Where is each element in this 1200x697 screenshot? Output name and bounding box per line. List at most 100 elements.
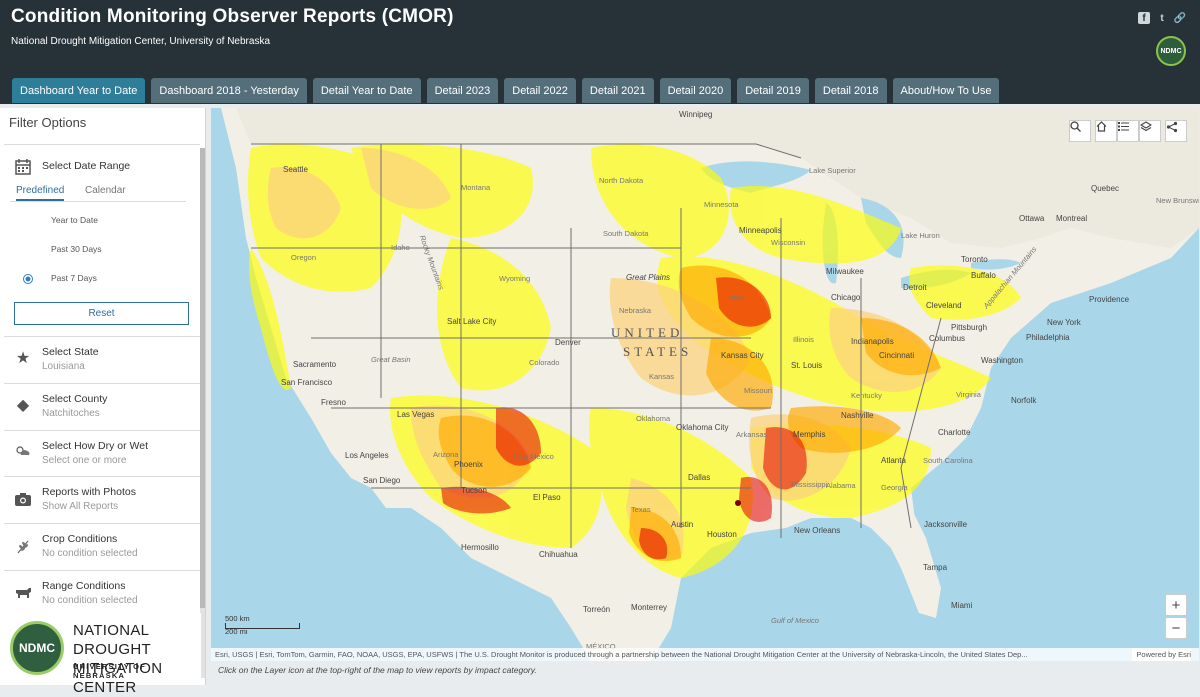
zoom-in-button[interactable]: + <box>1165 594 1187 616</box>
filter-panel: Filter Options Select Date Range Predefi… <box>0 108 206 696</box>
tab-detail-2018[interactable]: Detail 2018 <box>814 78 887 103</box>
tab-about[interactable]: About/How To Use <box>892 78 1000 103</box>
drought-map[interactable]: Winnipeg Seattle Montana North Dakota Mi… <box>211 108 1199 661</box>
label-tucson: Tucson <box>461 486 487 495</box>
zoom-out-button[interactable]: − <box>1165 617 1187 639</box>
report-point[interactable] <box>735 500 741 506</box>
label-el-paso: El Paso <box>533 493 561 502</box>
app-header: Condition Monitoring Observer Reports (C… <box>0 0 1200 104</box>
label-ottawa: Ottawa <box>1019 214 1045 223</box>
ndmc-logo: NDMC NATIONAL DROUGHT MITIGATION CENTER U… <box>5 613 201 696</box>
map-search-button[interactable] <box>1069 120 1091 142</box>
date-range-subtabs: Predefined Calendar <box>10 182 186 202</box>
map-layers-button[interactable] <box>1139 120 1161 142</box>
date-range-title: Select Date Range <box>42 160 131 172</box>
twitter-icon[interactable]: t <box>1156 12 1168 24</box>
label-salt-lake-city: Salt Lake City <box>447 317 497 326</box>
tab-detail-2019[interactable]: Detail 2019 <box>737 78 809 103</box>
label-las-vegas: Las Vegas <box>397 410 435 419</box>
facebook-icon[interactable]: f <box>1138 12 1150 24</box>
attribution-text: Esri, USGS | Esri, TomTom, Garmin, FAO, … <box>215 650 1028 659</box>
dry-wet-section[interactable]: Select How Dry or Wet Select one or more <box>4 430 200 476</box>
label-kentucky: Kentucky <box>851 391 882 400</box>
label-arkansas: Arkansas <box>736 430 768 439</box>
tab-detail-ytd[interactable]: Detail Year to Date <box>312 78 421 103</box>
select-state-section[interactable]: ★ Select State Louisiana <box>4 336 200 383</box>
tab-dashboard-ytd[interactable]: Dashboard Year to Date <box>12 78 146 103</box>
diamond-icon: ◆ <box>16 397 30 414</box>
label-new-mexico: New Mexico <box>513 452 554 461</box>
map-share-button[interactable] <box>1165 120 1187 142</box>
tab-detail-2023[interactable]: Detail 2023 <box>426 78 499 103</box>
label-mississippi: Mississippi <box>791 480 828 489</box>
label-montreal: Montreal <box>1056 214 1088 223</box>
label-san-francisco: San Francisco <box>281 378 333 387</box>
dry-wet-title: Select How Dry or Wet <box>42 440 148 452</box>
label-minnesota: Minnesota <box>704 200 739 209</box>
tab-detail-2020[interactable]: Detail 2020 <box>659 78 732 103</box>
radio-icon[interactable] <box>23 216 33 226</box>
link-icon[interactable]: 🔗 <box>1174 12 1186 24</box>
filter-panel-title: Filter Options <box>9 115 87 130</box>
star-icon: ★ <box>15 350 31 367</box>
option-past-30-days[interactable]: Past 30 Days <box>20 242 190 258</box>
calendar-icon <box>14 158 32 176</box>
reset-button[interactable]: Reset <box>14 302 189 325</box>
select-state-title: Select State <box>42 346 99 358</box>
label-austin: Austin <box>671 520 694 529</box>
powered-by-esri[interactable]: Powered by Esri <box>1132 648 1191 661</box>
label-hermosillo: Hermosillo <box>461 543 499 552</box>
label-new-orleans: New Orleans <box>794 526 841 535</box>
option-past-7-days[interactable]: Past 7 Days <box>20 271 190 287</box>
option-label: Year to Date <box>51 215 98 225</box>
label-atlanta: Atlanta <box>881 456 906 465</box>
map-legend-button[interactable] <box>1117 120 1139 142</box>
label-detroit: Detroit <box>903 283 927 292</box>
label-new-brunswick: New Brunswick <box>1156 196 1199 205</box>
label-oklahoma-city: Oklahoma City <box>676 423 729 432</box>
logo-line-1: NATIONAL DROUGHT <box>73 622 151 658</box>
select-state-value: Louisiana <box>42 361 85 372</box>
tab-detail-2021[interactable]: Detail 2021 <box>581 78 654 103</box>
radio-icon[interactable] <box>23 245 33 255</box>
label-cincinnati: Cincinnati <box>879 351 915 360</box>
label-south-dakota: South Dakota <box>603 229 649 238</box>
option-year-to-date[interactable]: Year to Date <box>20 213 190 229</box>
range-conditions-title: Range Conditions <box>42 580 126 592</box>
label-dallas: Dallas <box>688 473 711 482</box>
label-north-dakota: North Dakota <box>599 176 644 185</box>
range-conditions-section[interactable]: Range Conditions No condition selected <box>4 570 200 615</box>
subtab-predefined[interactable]: Predefined <box>16 185 65 201</box>
select-county-value: Natchitoches <box>42 408 100 419</box>
label-st-louis: St. Louis <box>791 361 823 370</box>
select-county-title: Select County <box>42 393 108 405</box>
label-denver: Denver <box>555 338 581 347</box>
photos-value: Show All Reports <box>42 501 119 512</box>
subtab-calendar[interactable]: Calendar <box>85 185 126 196</box>
radio-checked-icon[interactable] <box>23 274 33 284</box>
list-icon <box>1118 122 1129 131</box>
label-missouri: Missouri <box>744 386 772 395</box>
label-torreon: Torreón <box>583 605 611 614</box>
label-houston: Houston <box>707 530 737 539</box>
option-label: Past 7 Days <box>51 273 97 283</box>
filter-scrollbar-thumb[interactable] <box>200 148 205 608</box>
tab-dashboard-2018-yesterday[interactable]: Dashboard 2018 - Yesterday <box>151 78 307 103</box>
label-new-york: New York <box>1047 318 1081 327</box>
tab-detail-2022[interactable]: Detail 2022 <box>504 78 576 103</box>
label-alabama: Alabama <box>826 481 856 490</box>
map-canvas[interactable] <box>211 108 1199 661</box>
label-wyoming: Wyoming <box>499 274 531 283</box>
crop-conditions-section[interactable]: Crop Conditions No condition selected <box>4 523 200 570</box>
ndmc-logo-badge: NDMC <box>10 621 64 675</box>
label-columbus: Columbus <box>929 334 966 343</box>
map-scale: 500 km 200 mi <box>225 614 300 636</box>
map-footnote: Click on the Layer icon at the top-right… <box>218 665 537 675</box>
select-county-section[interactable]: ◆ Select County Natchitoches <box>4 383 200 430</box>
photos-section[interactable]: Reports with Photos Show All Reports <box>4 476 200 523</box>
label-monterrey: Monterrey <box>631 603 668 612</box>
label-chicago: Chicago <box>831 293 861 302</box>
map-home-button[interactable] <box>1095 120 1117 142</box>
label-providence: Providence <box>1089 295 1130 304</box>
label-chihuahua: Chihuahua <box>539 550 578 559</box>
